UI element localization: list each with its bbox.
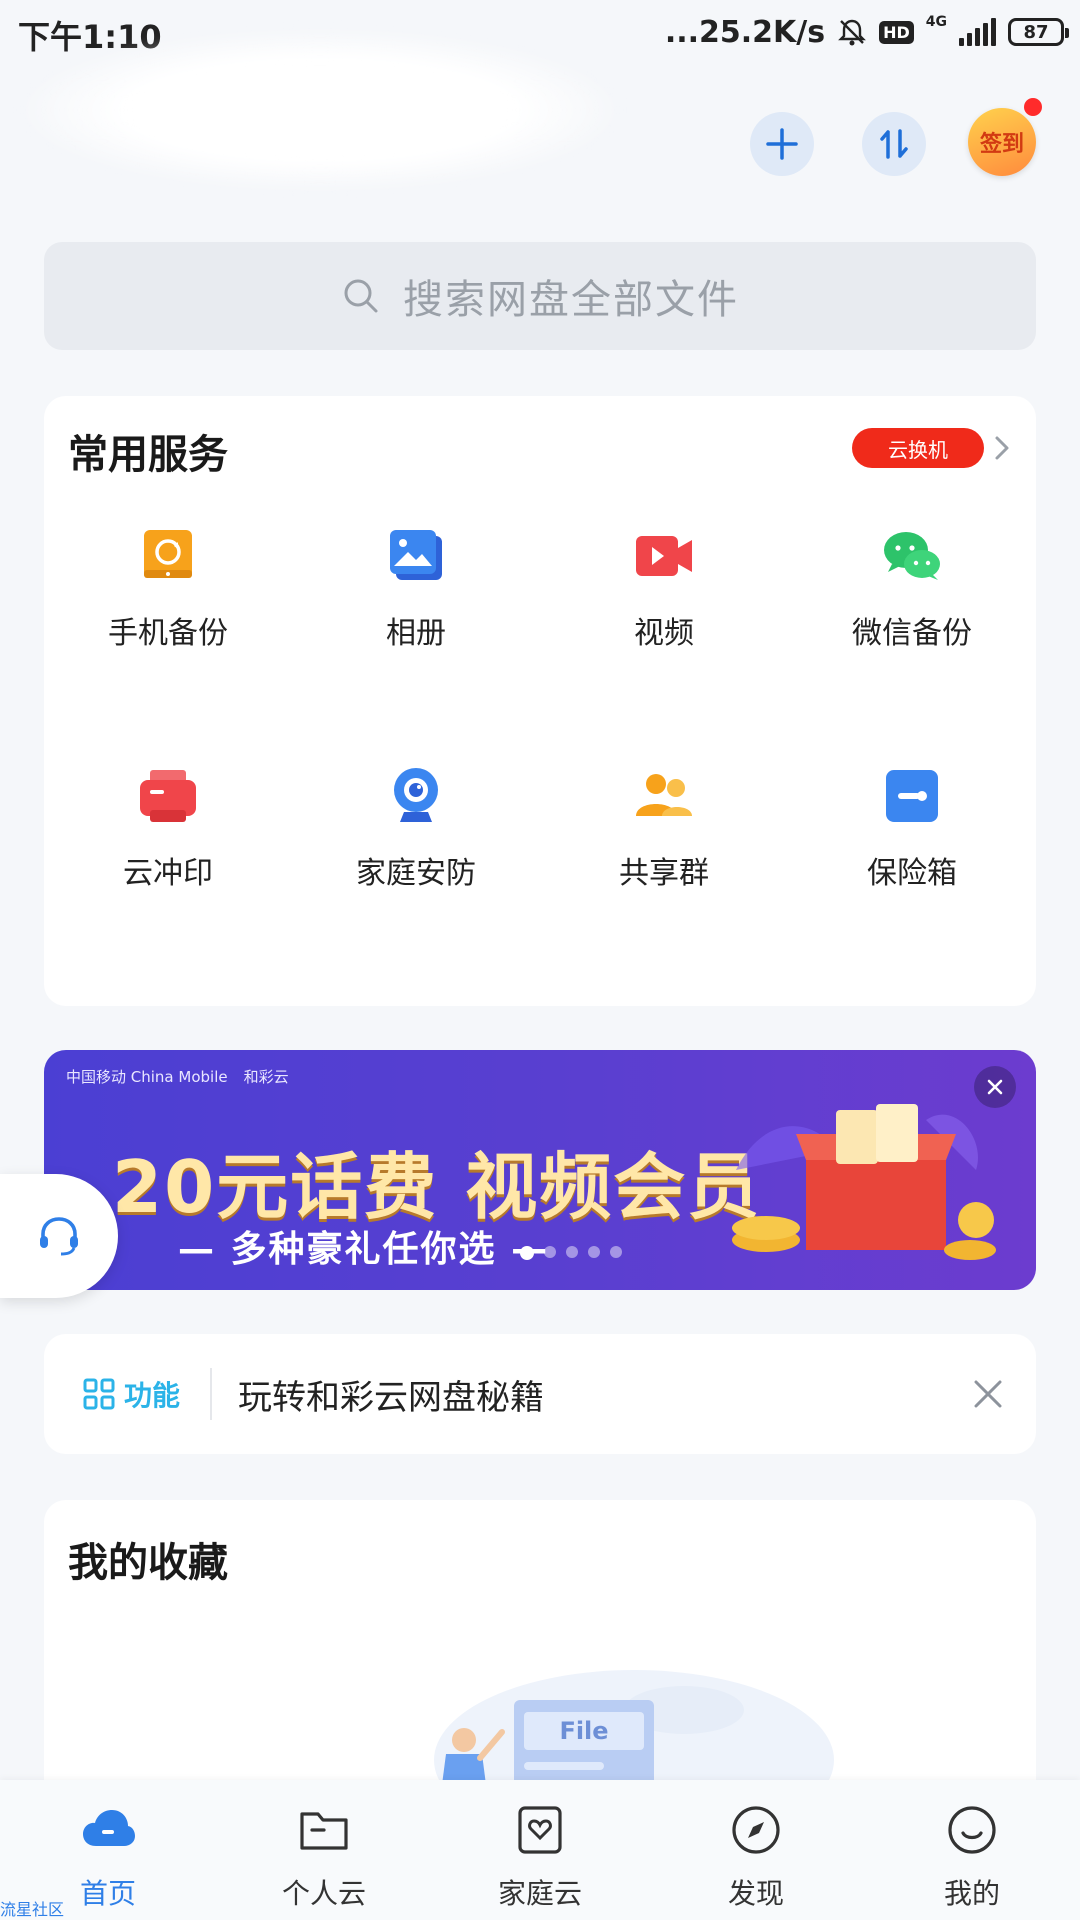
nav-label: 首页: [79, 1877, 136, 1910]
nav-label: 我的: [943, 1877, 1000, 1910]
album-icon: [390, 530, 442, 580]
safe-icon: [886, 770, 938, 822]
carousel-dot: [610, 1246, 622, 1258]
service-video[interactable]: 视频: [540, 526, 788, 652]
nav-discover[interactable]: 发现: [648, 1780, 864, 1920]
nav-mine[interactable]: 我的: [864, 1780, 1080, 1920]
service-phone-backup[interactable]: 手机备份: [44, 526, 292, 652]
favorites-card: 我的收藏 File: [44, 1500, 1036, 1820]
group-icon: [636, 774, 692, 816]
nav-personal-cloud[interactable]: 个人云: [216, 1780, 432, 1920]
service-label: 微信备份: [852, 616, 972, 651]
transfer-button[interactable]: [862, 112, 926, 176]
carousel-dots: [520, 1246, 622, 1260]
search-bar[interactable]: 搜索网盘全部文件: [44, 242, 1036, 350]
banner-brand-logos: 中国移动 China Mobile 和彩云: [66, 1066, 289, 1087]
service-label: 共享群: [619, 856, 709, 891]
grid-apps-icon: [83, 1378, 115, 1410]
camera-icon: [394, 768, 438, 822]
status-indicators: ...25.2K/s HD 4G 87: [664, 10, 1069, 54]
battery-level: 87: [1023, 21, 1049, 43]
services-title: 常用服务: [68, 432, 228, 478]
nav-label: 个人云: [281, 1877, 366, 1910]
mute-bell-icon: [838, 19, 866, 46]
phone-backup-icon: [144, 530, 192, 578]
service-wechat-backup[interactable]: 微信备份: [788, 526, 1036, 652]
service-label: 云冲印: [123, 856, 213, 891]
cloud-home-icon: [83, 1810, 135, 1846]
folder-icon: [300, 1812, 348, 1850]
common-services-card: 常用服务 云换机 手机备份 相册 视频 微信备份 云冲印 家庭安防 共享群 保险…: [44, 396, 1036, 1006]
bottom-navigation: 首页 个人云 家庭云 发现 我的: [0, 1780, 1080, 1920]
transfer-arrows-icon: [880, 129, 908, 159]
watermark: 流星社区: [0, 1900, 65, 1919]
carousel-dot: [566, 1246, 578, 1258]
feature-tag: 功能: [82, 1374, 180, 1414]
smile-icon: [948, 1806, 996, 1854]
print-icon: [140, 770, 196, 822]
china-mobile-logo: 中国移动 China Mobile: [66, 1068, 228, 1086]
hd-badge: HD: [879, 20, 914, 44]
nav-label: 家庭云: [497, 1877, 582, 1910]
blurred-username: [20, 30, 620, 190]
file-label: File: [559, 1717, 608, 1745]
tips-text: 玩转和彩云网盘秘籍: [238, 1377, 545, 1418]
video-icon: [636, 536, 692, 576]
cloud-phone-switch-tag[interactable]: 云换机: [852, 428, 984, 468]
gift-box-illustration: [732, 1104, 996, 1260]
service-album[interactable]: 相册: [292, 526, 540, 652]
wechat-icon: [884, 532, 940, 580]
service-label: 相册: [386, 616, 446, 651]
family-cloud-icon: [518, 1806, 562, 1854]
services-grid: 手机备份 相册 视频 微信备份 云冲印 家庭安防 共享群 保险箱: [44, 526, 1036, 892]
service-label: 保险箱: [867, 856, 957, 891]
carousel-dot: [520, 1246, 534, 1260]
promo-banner[interactable]: 中国移动 China Mobile 和彩云 20元话费 视频会员 — 多种豪礼任…: [44, 1050, 1036, 1290]
service-label: 手机备份: [108, 616, 228, 651]
service-cloud-print[interactable]: 云冲印: [44, 766, 292, 892]
headset-icon: [40, 1217, 78, 1256]
banner-title: 20元话费 视频会员: [112, 1145, 762, 1229]
network-type: 4G: [925, 14, 947, 30]
service-label: 视频: [634, 616, 694, 651]
signin-button[interactable]: 签到: [968, 108, 1036, 176]
chevron-right-icon[interactable]: [988, 434, 1016, 462]
banner-close-button[interactable]: [974, 1066, 1016, 1108]
divider: [210, 1368, 213, 1420]
network-speed: ...25.2K/s: [664, 14, 826, 50]
service-safe-box[interactable]: 保险箱: [788, 766, 1036, 892]
favorites-title: 我的收藏: [68, 1540, 228, 1586]
banner-subtitle: — 多种豪礼任你选 —: [178, 1229, 550, 1270]
add-button[interactable]: [750, 112, 814, 176]
close-icon: [987, 1079, 1003, 1095]
nav-label: 发现: [727, 1877, 784, 1910]
signal-icon: [959, 18, 996, 46]
search-placeholder: 搜索网盘全部文件: [403, 277, 739, 323]
service-share-group[interactable]: 共享群: [540, 766, 788, 892]
service-label: 家庭安防: [356, 856, 476, 891]
plus-icon: [766, 128, 798, 160]
carousel-dot: [588, 1246, 600, 1258]
compass-icon: [732, 1806, 780, 1854]
close-icon[interactable]: [970, 1376, 1006, 1412]
signin-label: 签到: [979, 132, 1024, 157]
battery-icon: 87: [1008, 18, 1069, 46]
carousel-dot: [544, 1246, 556, 1258]
hecaiyun-logo: 和彩云: [243, 1068, 289, 1086]
service-home-security[interactable]: 家庭安防: [292, 766, 540, 892]
nav-family-cloud[interactable]: 家庭云: [432, 1780, 648, 1920]
feature-tag-label: 功能: [124, 1379, 181, 1412]
notification-dot: [1024, 98, 1042, 116]
tips-bar[interactable]: 功能 玩转和彩云网盘秘籍: [44, 1334, 1036, 1454]
search-icon: [344, 279, 378, 313]
